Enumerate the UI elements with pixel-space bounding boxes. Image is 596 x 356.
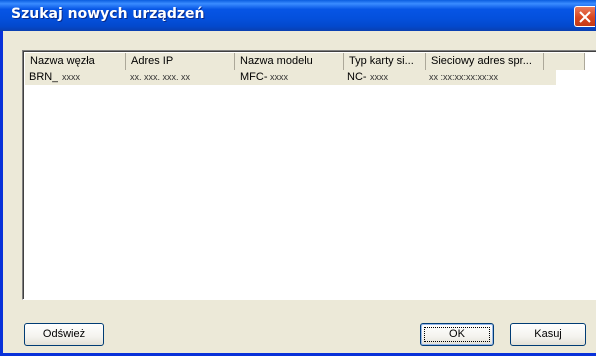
refresh-button[interactable]: Odśwież [24, 323, 104, 346]
dialog-window: Szukaj nowych urządzeń Nazwa węzła Adres… [0, 0, 596, 356]
window-title: Szukaj nowych urządzeń [11, 6, 205, 22]
dialog-client-area: Nazwa węzła Adres IP Nazwa modelu Typ ka… [3, 31, 596, 353]
cell-card-suffix: xxxx [370, 72, 388, 82]
close-button[interactable] [574, 6, 595, 27]
cell-card-prefix: NC- [347, 71, 367, 83]
device-list[interactable]: Nazwa węzła Adres IP Nazwa modelu Typ ka… [22, 50, 596, 300]
column-header-card-type[interactable]: Typ karty si... [344, 53, 426, 70]
cell-mac-address: xx :xx:xx:xx:xx:xx [429, 72, 499, 82]
column-header-ip-address[interactable]: Adres IP [126, 53, 235, 70]
title-bar[interactable]: Szukaj nowych urządzeń [0, 0, 596, 31]
cell-model-suffix: xxxx [270, 72, 288, 82]
cell-model-prefix: MFC- [240, 71, 268, 83]
cancel-button-label: Kasuj [534, 328, 562, 340]
column-header-node-name[interactable]: Nazwa węzła [25, 53, 126, 70]
column-header-mac-address[interactable]: Sieciowy adres spr... [426, 53, 544, 70]
refresh-button-label: Odśwież [42, 328, 86, 340]
ok-button-label: OK [449, 328, 465, 340]
table-row[interactable]: BRN_ xxxx xx. xxx. xxx. xx MFC- xxxx NC-… [25, 70, 556, 85]
cell-ip-address: xx. xxx. xxx. xx [130, 72, 191, 82]
cell-node-prefix: BRN_ [29, 71, 59, 83]
column-header-model-name[interactable]: Nazwa modelu [235, 53, 344, 70]
ok-button[interactable]: OK [420, 323, 494, 346]
close-icon [579, 11, 591, 23]
cell-node-suffix: xxxx [62, 72, 80, 82]
column-header-empty [544, 53, 585, 70]
list-header: Nazwa węzła Adres IP Nazwa modelu Typ ka… [25, 53, 585, 70]
cancel-button[interactable]: Kasuj [510, 323, 586, 346]
